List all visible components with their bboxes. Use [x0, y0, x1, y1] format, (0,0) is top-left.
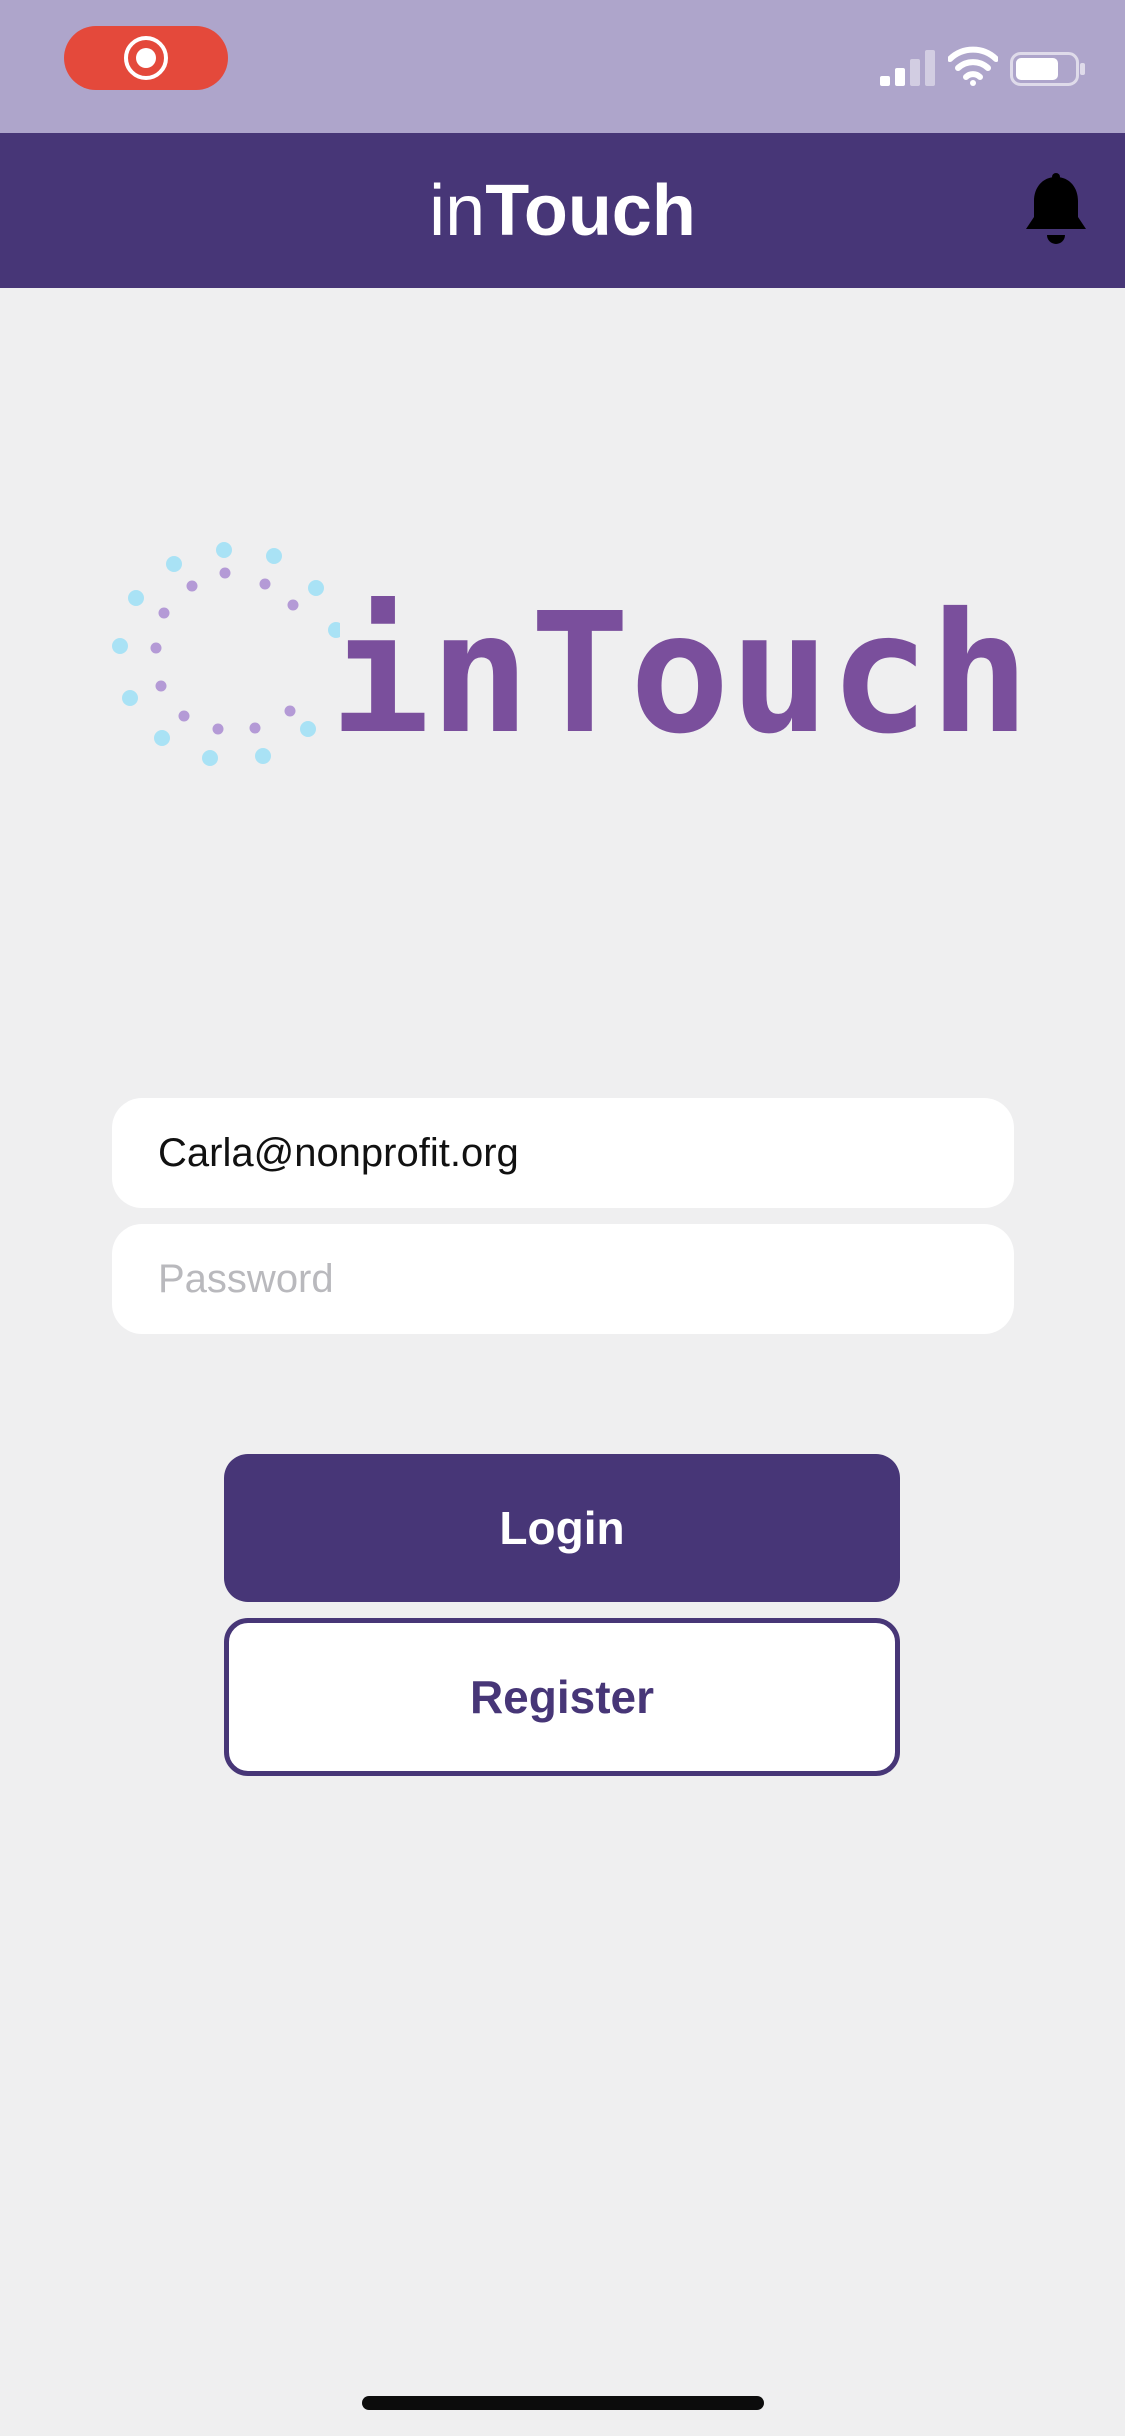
logo-dot	[212, 723, 224, 735]
recording-dot	[136, 48, 156, 68]
app-header: inTouch	[0, 133, 1125, 288]
logo-dot	[255, 748, 271, 764]
login-button[interactable]: Login	[224, 1454, 900, 1602]
email-field[interactable]: Carla@nonprofit.org	[112, 1098, 1014, 1208]
logo-dot	[259, 578, 271, 590]
cellular-signal-icon	[880, 50, 935, 86]
logo-dot	[158, 607, 170, 619]
login-screen: inTouch inTouch Carla@nonprofit.org Pass…	[0, 0, 1125, 2436]
status-bar	[0, 0, 1125, 133]
logo-dot	[128, 590, 144, 606]
logo-dot	[308, 580, 324, 596]
logo-dot	[178, 710, 190, 722]
logo-dot	[202, 750, 218, 766]
screen-recording-icon[interactable]	[64, 26, 228, 90]
logo-dot	[166, 556, 182, 572]
home-indicator[interactable]	[362, 2396, 764, 2410]
header-title-in: in	[429, 171, 486, 251]
register-button[interactable]: Register	[224, 1618, 900, 1776]
header-title: inTouch	[0, 171, 1125, 251]
dotted-circle-logo-icon	[112, 542, 340, 766]
logo-dot	[284, 705, 296, 717]
logo-dot	[186, 580, 198, 592]
logo-dot	[287, 599, 299, 611]
logo-dot	[249, 722, 261, 734]
logo-dot	[266, 548, 282, 564]
logo-dot	[154, 730, 170, 746]
logo-dot	[216, 542, 232, 558]
logo-dot	[300, 721, 316, 737]
logo-dot	[219, 567, 231, 579]
password-field[interactable]: Password	[112, 1224, 1014, 1334]
logo-dot	[150, 642, 162, 654]
wifi-icon	[948, 46, 998, 86]
logo-dot	[112, 638, 128, 654]
bell-icon[interactable]	[1022, 173, 1090, 249]
logo-dot	[155, 680, 167, 692]
battery-icon	[1010, 52, 1085, 86]
logo-dot	[122, 690, 138, 706]
header-title-touch: Touch	[485, 171, 696, 251]
logo-text: inTouch	[330, 578, 1030, 771]
